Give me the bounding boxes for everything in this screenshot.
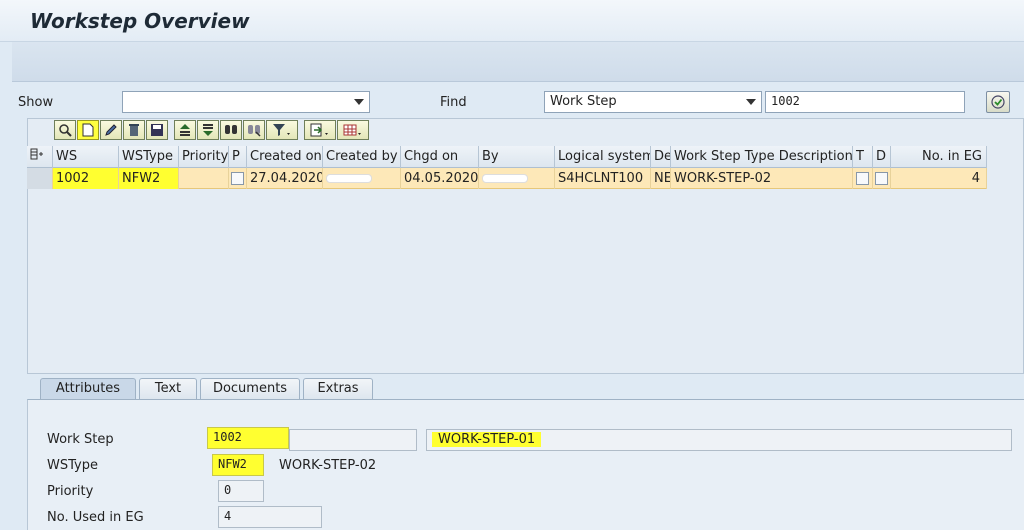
col-priority[interactable]: Priority: [179, 146, 229, 168]
col-p[interactable]: P: [229, 146, 247, 168]
col-d[interactable]: D: [873, 146, 891, 168]
redacted-text: [326, 174, 372, 183]
edit-icon: [105, 124, 117, 136]
delete-icon: [129, 124, 139, 136]
save-icon: [151, 124, 163, 136]
cell-description[interactable]: WORK-STEP-02: [671, 168, 853, 189]
cell-t: [853, 168, 873, 189]
used-in-eg-label: No. Used in EG: [47, 510, 144, 525]
find-next-icon: [248, 125, 261, 137]
cell-d: [873, 168, 891, 189]
show-label: Show: [18, 95, 54, 110]
d-checkbox[interactable]: [875, 172, 888, 185]
cell-wstype[interactable]: NFW2: [119, 168, 179, 189]
col-ws[interactable]: WS: [53, 146, 119, 168]
cell-by[interactable]: [479, 168, 555, 189]
export-button[interactable]: [304, 120, 336, 140]
col-t[interactable]: T: [853, 146, 873, 168]
filter-button[interactable]: [266, 120, 298, 140]
priority-input[interactable]: 0: [218, 480, 264, 502]
priority-label: Priority: [47, 484, 94, 499]
cell-logical-system[interactable]: S4HCLNT100: [555, 168, 651, 189]
sort-ascending-button[interactable]: [174, 120, 196, 140]
find-field-dropdown[interactable]: Work Step: [544, 91, 762, 113]
detail-tabs: Attributes Text Documents Extras: [40, 378, 376, 400]
title-bar: Workstep Overview: [0, 0, 1024, 42]
col-logical-system[interactable]: Logical system: [555, 146, 651, 168]
column-settings-button[interactable]: [27, 146, 53, 168]
col-de[interactable]: De: [651, 146, 671, 168]
col-wstype[interactable]: WSType: [119, 146, 179, 168]
cell-ws[interactable]: 1002: [53, 168, 119, 189]
col-created-by[interactable]: Created by: [323, 146, 401, 168]
cell-priority[interactable]: [179, 168, 229, 189]
work-step-input[interactable]: 1002: [207, 427, 289, 449]
attributes-panel: [27, 399, 1024, 530]
execute-icon: [991, 95, 1005, 109]
select-detail-icon: [59, 124, 72, 137]
edit-button[interactable]: [100, 120, 122, 140]
page-title: Workstep Overview: [30, 9, 250, 33]
sort-descending-button[interactable]: [197, 120, 219, 140]
column-settings-icon: [30, 148, 43, 160]
t-checkbox[interactable]: [856, 172, 869, 185]
cell-created-by[interactable]: [323, 168, 401, 189]
col-no-in-eg[interactable]: No. in EG: [891, 146, 987, 168]
grid-toolbar: [54, 120, 369, 142]
find-value-input[interactable]: 1002: [765, 91, 965, 113]
chevron-down-icon: [354, 99, 364, 105]
wstype-input[interactable]: NFW2: [212, 454, 264, 476]
application-toolbar: [12, 42, 1024, 82]
tab-documents[interactable]: Documents: [200, 378, 300, 400]
delete-button[interactable]: [123, 120, 145, 140]
work-step-label: Work Step: [47, 432, 114, 447]
p-checkbox[interactable]: [231, 172, 244, 185]
cell-p: [229, 168, 247, 189]
row-selector[interactable]: [27, 168, 53, 189]
col-by[interactable]: By: [479, 146, 555, 168]
work-step-extra-field: [289, 429, 417, 451]
export-icon: [310, 123, 328, 137]
tab-attributes[interactable]: Attributes: [40, 378, 136, 400]
create-button[interactable]: [77, 120, 99, 140]
cell-chgd-on[interactable]: 04.05.2020: [401, 168, 479, 189]
save-button[interactable]: [146, 120, 168, 140]
create-icon: [82, 123, 94, 137]
filter-icon: [273, 124, 290, 136]
work-step-description: WORK-STEP-01: [426, 429, 1012, 451]
find-icon: [225, 125, 237, 134]
sort-ascending-icon: [180, 124, 190, 136]
cell-created-on[interactable]: 27.04.2020: [247, 168, 323, 189]
chevron-down-icon: [746, 99, 756, 105]
used-in-eg-input[interactable]: 4: [218, 506, 322, 528]
find-button[interactable]: [220, 120, 242, 140]
redacted-text: [482, 174, 528, 183]
table-row[interactable]: 1002 NFW2 27.04.2020 04.05.2020 S4HCLNT1…: [27, 168, 987, 189]
tab-text[interactable]: Text: [139, 378, 197, 400]
col-description[interactable]: Work Step Type Description: [671, 146, 853, 168]
tab-extras[interactable]: Extras: [303, 378, 373, 400]
execute-button[interactable]: [986, 91, 1010, 113]
find-next-button[interactable]: [243, 120, 265, 140]
select-detail-button[interactable]: [54, 120, 76, 140]
col-chgd-on[interactable]: Chgd on: [401, 146, 479, 168]
cell-no-in-eg[interactable]: 4: [891, 168, 987, 189]
col-created-on[interactable]: Created on: [247, 146, 323, 168]
wstype-description: WORK-STEP-02: [279, 458, 377, 473]
layout-button[interactable]: [337, 120, 369, 140]
show-dropdown[interactable]: [122, 91, 370, 113]
layout-icon: [343, 124, 361, 136]
work-step-description-text: WORK-STEP-01: [432, 432, 542, 447]
cell-de[interactable]: NE: [651, 168, 671, 189]
wstype-label: WSType: [47, 458, 98, 473]
sort-descending-icon: [203, 124, 213, 136]
find-label: Find: [440, 95, 467, 110]
grid-header: WS WSType Priority P Created on Created …: [27, 146, 987, 168]
